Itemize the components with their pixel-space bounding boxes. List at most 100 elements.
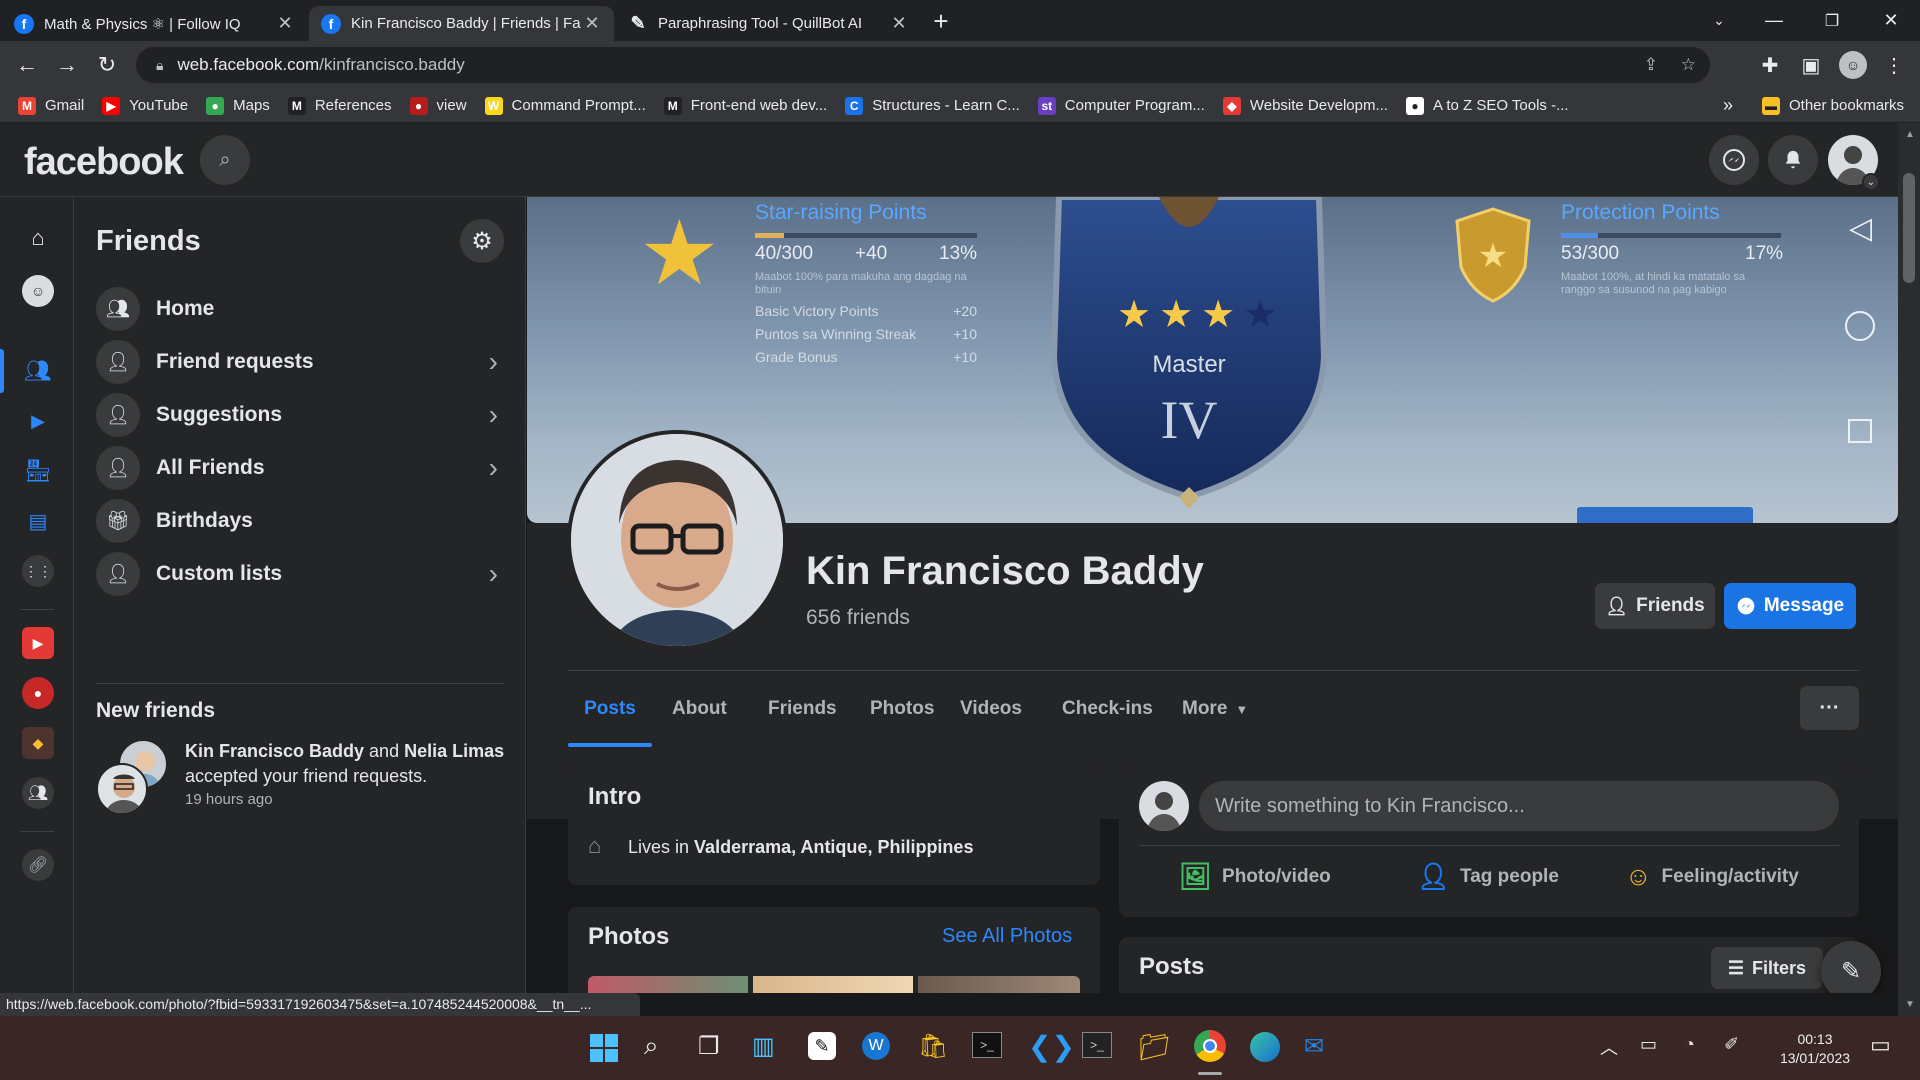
profile-avatar-icon[interactable]: ☺: [1839, 51, 1867, 79]
share-icon[interactable]: ⇪: [1644, 55, 1658, 75]
photo-thumbnail[interactable]: [753, 976, 913, 993]
bookmark-item[interactable]: M Gmail: [18, 96, 84, 115]
watch-icon[interactable]: ▶: [22, 405, 54, 437]
photo-video-button[interactable]: 🖼︎ Photo/video: [1179, 861, 1331, 892]
photo-thumbnail[interactable]: [918, 976, 1080, 993]
tab-more[interactable]: More ▼: [1182, 671, 1248, 747]
menu-grid-icon[interactable]: ⋮⋮: [22, 555, 54, 587]
bookmark-item[interactable]: M References: [287, 96, 392, 115]
task-view-icon[interactable]: ❐: [698, 1032, 720, 1061]
bookmark-item[interactable]: st Computer Program...: [1037, 96, 1205, 115]
bookmark-item[interactable]: ● Maps: [206, 96, 270, 115]
word-app-icon[interactable]: W: [862, 1032, 890, 1060]
side-panel-icon[interactable]: ▣: [1797, 51, 1825, 79]
friends-count[interactable]: 656 friends: [806, 606, 910, 630]
browser-tab-kin-francisco[interactable]: f Kin Francisco Baddy | Friends | Fa ✕: [309, 6, 614, 41]
new-tab-button[interactable]: +: [921, 6, 961, 37]
marketplace-icon[interactable]: 🏪︎: [22, 455, 54, 487]
groups-icon[interactable]: 👥︎: [22, 777, 54, 809]
mail-app-icon[interactable]: ✉: [1304, 1032, 1324, 1061]
menu-kebab-icon[interactable]: ⋮: [1880, 51, 1908, 79]
sidebar-item-birthdays[interactable]: 🎁︎ Birthdays: [96, 492, 516, 550]
bookmark-item[interactable]: ● view: [409, 96, 467, 115]
scroll-up-arrow-icon[interactable]: ▲: [1905, 129, 1915, 140]
browser-tab-quillbot[interactable]: ✎ Paraphrasing Tool - QuillBot AI ✕: [616, 6, 921, 41]
taskbar-search-icon[interactable]: ⌕: [644, 1030, 659, 1062]
restore-button[interactable]: ❐: [1803, 0, 1861, 41]
link-icon[interactable]: 🔗︎: [22, 849, 54, 881]
photo-thumbnail[interactable]: [588, 976, 748, 993]
profile-picture[interactable]: [567, 430, 787, 650]
cmd-app-icon[interactable]: >_: [972, 1032, 1002, 1058]
composer-input[interactable]: Write something to Kin Francisco...: [1199, 781, 1839, 831]
terminal-app-icon[interactable]: >_: [1082, 1032, 1112, 1058]
see-all-photos-link[interactable]: See All Photos: [942, 925, 1072, 948]
back-button[interactable]: ←: [13, 51, 41, 79]
feeling-activity-button[interactable]: ☺ Feeling/activity: [1625, 861, 1799, 892]
address-bar[interactable]: 🔒︎ web.facebook.com/kinfrancisco.baddy ⇪…: [136, 47, 1710, 83]
other-bookmarks-folder[interactable]: ▬ Other bookmarks: [1762, 96, 1904, 115]
tab-search-icon[interactable]: ⌄: [1690, 0, 1748, 41]
profile-more-options-button[interactable]: ···: [1800, 686, 1859, 730]
widgets-icon[interactable]: ▥: [752, 1032, 775, 1061]
facebook-logo[interactable]: facebook: [24, 141, 184, 184]
tab-check-ins[interactable]: Check-ins: [1062, 671, 1153, 747]
page-scrollbar[interactable]: ▲ ▼: [1898, 123, 1920, 1016]
vscode-app-icon[interactable]: ❮❯: [1028, 1030, 1075, 1063]
notification-center-icon[interactable]: ▭: [1870, 1032, 1891, 1058]
reload-button[interactable]: ↻: [93, 51, 121, 79]
minimize-button[interactable]: —: [1745, 0, 1803, 41]
bookmark-item[interactable]: ● A to Z SEO Tools -...: [1405, 96, 1569, 115]
lives-place[interactable]: Valderrama, Antique, Philippines: [694, 837, 973, 857]
shortcut-page-icon[interactable]: ◆: [22, 727, 54, 759]
home-icon[interactable]: ⌂: [22, 222, 54, 254]
notifications-bell-icon[interactable]: [1768, 135, 1818, 185]
gaming-icon[interactable]: ▤: [22, 505, 54, 537]
bookmark-star-icon[interactable]: ☆: [1681, 55, 1696, 75]
tag-people-button[interactable]: 👤︎ Tag people: [1417, 861, 1559, 892]
taskbar-clock[interactable]: 00:13 13/01/2023: [1770, 1030, 1860, 1068]
close-tab-icon[interactable]: ✕: [889, 13, 909, 34]
settings-gear-icon[interactable]: ⚙: [460, 219, 504, 263]
profile-shortcut-icon[interactable]: ☺: [22, 275, 54, 307]
friends-status-button[interactable]: 👤︎ Friends: [1595, 583, 1715, 629]
filters-button[interactable]: ☰ Filters: [1711, 947, 1823, 989]
edge-app-icon[interactable]: [1250, 1032, 1280, 1062]
tray-chevron-icon[interactable]: ︿: [1600, 1034, 1618, 1060]
shortcut-game-icon[interactable]: ▶: [22, 627, 54, 659]
store-app-icon[interactable]: 🛍︎: [918, 1032, 948, 1061]
tab-about[interactable]: About: [672, 671, 727, 747]
scroll-thumb[interactable]: [1903, 173, 1915, 283]
tab-photos[interactable]: Photos: [870, 671, 934, 747]
sidebar-item-all-friends[interactable]: 👤︎ All Friends ›: [96, 439, 516, 497]
new-message-compose-icon[interactable]: ✎: [1821, 941, 1881, 993]
bookmarks-overflow-icon[interactable]: »: [1723, 95, 1733, 116]
extensions-icon[interactable]: ✚: [1756, 51, 1784, 79]
battery-icon[interactable]: ▭: [1640, 1034, 1657, 1055]
windows-start-icon[interactable]: [590, 1034, 618, 1062]
pen-icon[interactable]: ✐: [1724, 1034, 1739, 1055]
close-window-button[interactable]: ✕: [1862, 0, 1920, 41]
forward-button[interactable]: →: [53, 51, 81, 79]
bookmark-item[interactable]: W Command Prompt...: [484, 96, 646, 115]
account-chevron-icon[interactable]: ⌄: [1862, 173, 1880, 191]
close-tab-icon[interactable]: ✕: [582, 13, 602, 34]
close-tab-icon[interactable]: ✕: [275, 13, 295, 34]
sidebar-item-suggestions[interactable]: 👤︎ Suggestions ›: [96, 386, 516, 444]
sidebar-item-friend-requests[interactable]: 👤︎ Friend requests ›: [96, 333, 516, 391]
messenger-icon[interactable]: [1709, 135, 1759, 185]
tab-posts[interactable]: Posts: [568, 671, 652, 747]
tab-friends[interactable]: Friends: [768, 671, 837, 747]
browser-tab-math-physics[interactable]: f Math & Physics ⚛ | Follow IQ ✕: [2, 6, 307, 41]
bookmark-item[interactable]: ◆ Website Developm...: [1222, 96, 1388, 115]
chrome-app-icon[interactable]: [1194, 1030, 1226, 1062]
wifi-icon[interactable]: ◔: [1684, 1034, 1695, 1055]
message-button[interactable]: Message: [1724, 583, 1856, 629]
sidebar-item-custom-lists[interactable]: 👤︎ Custom lists ›: [96, 545, 516, 603]
bookmark-item[interactable]: ▶ YouTube: [102, 96, 188, 115]
sidebar-item-home[interactable]: 👥︎ Home: [96, 280, 516, 338]
tab-videos[interactable]: Videos: [960, 671, 1022, 747]
notion-app-icon[interactable]: ✎: [808, 1032, 836, 1060]
scroll-down-arrow-icon[interactable]: ▼: [1905, 999, 1915, 1010]
file-explorer-icon[interactable]: 📁︎: [1138, 1032, 1171, 1063]
